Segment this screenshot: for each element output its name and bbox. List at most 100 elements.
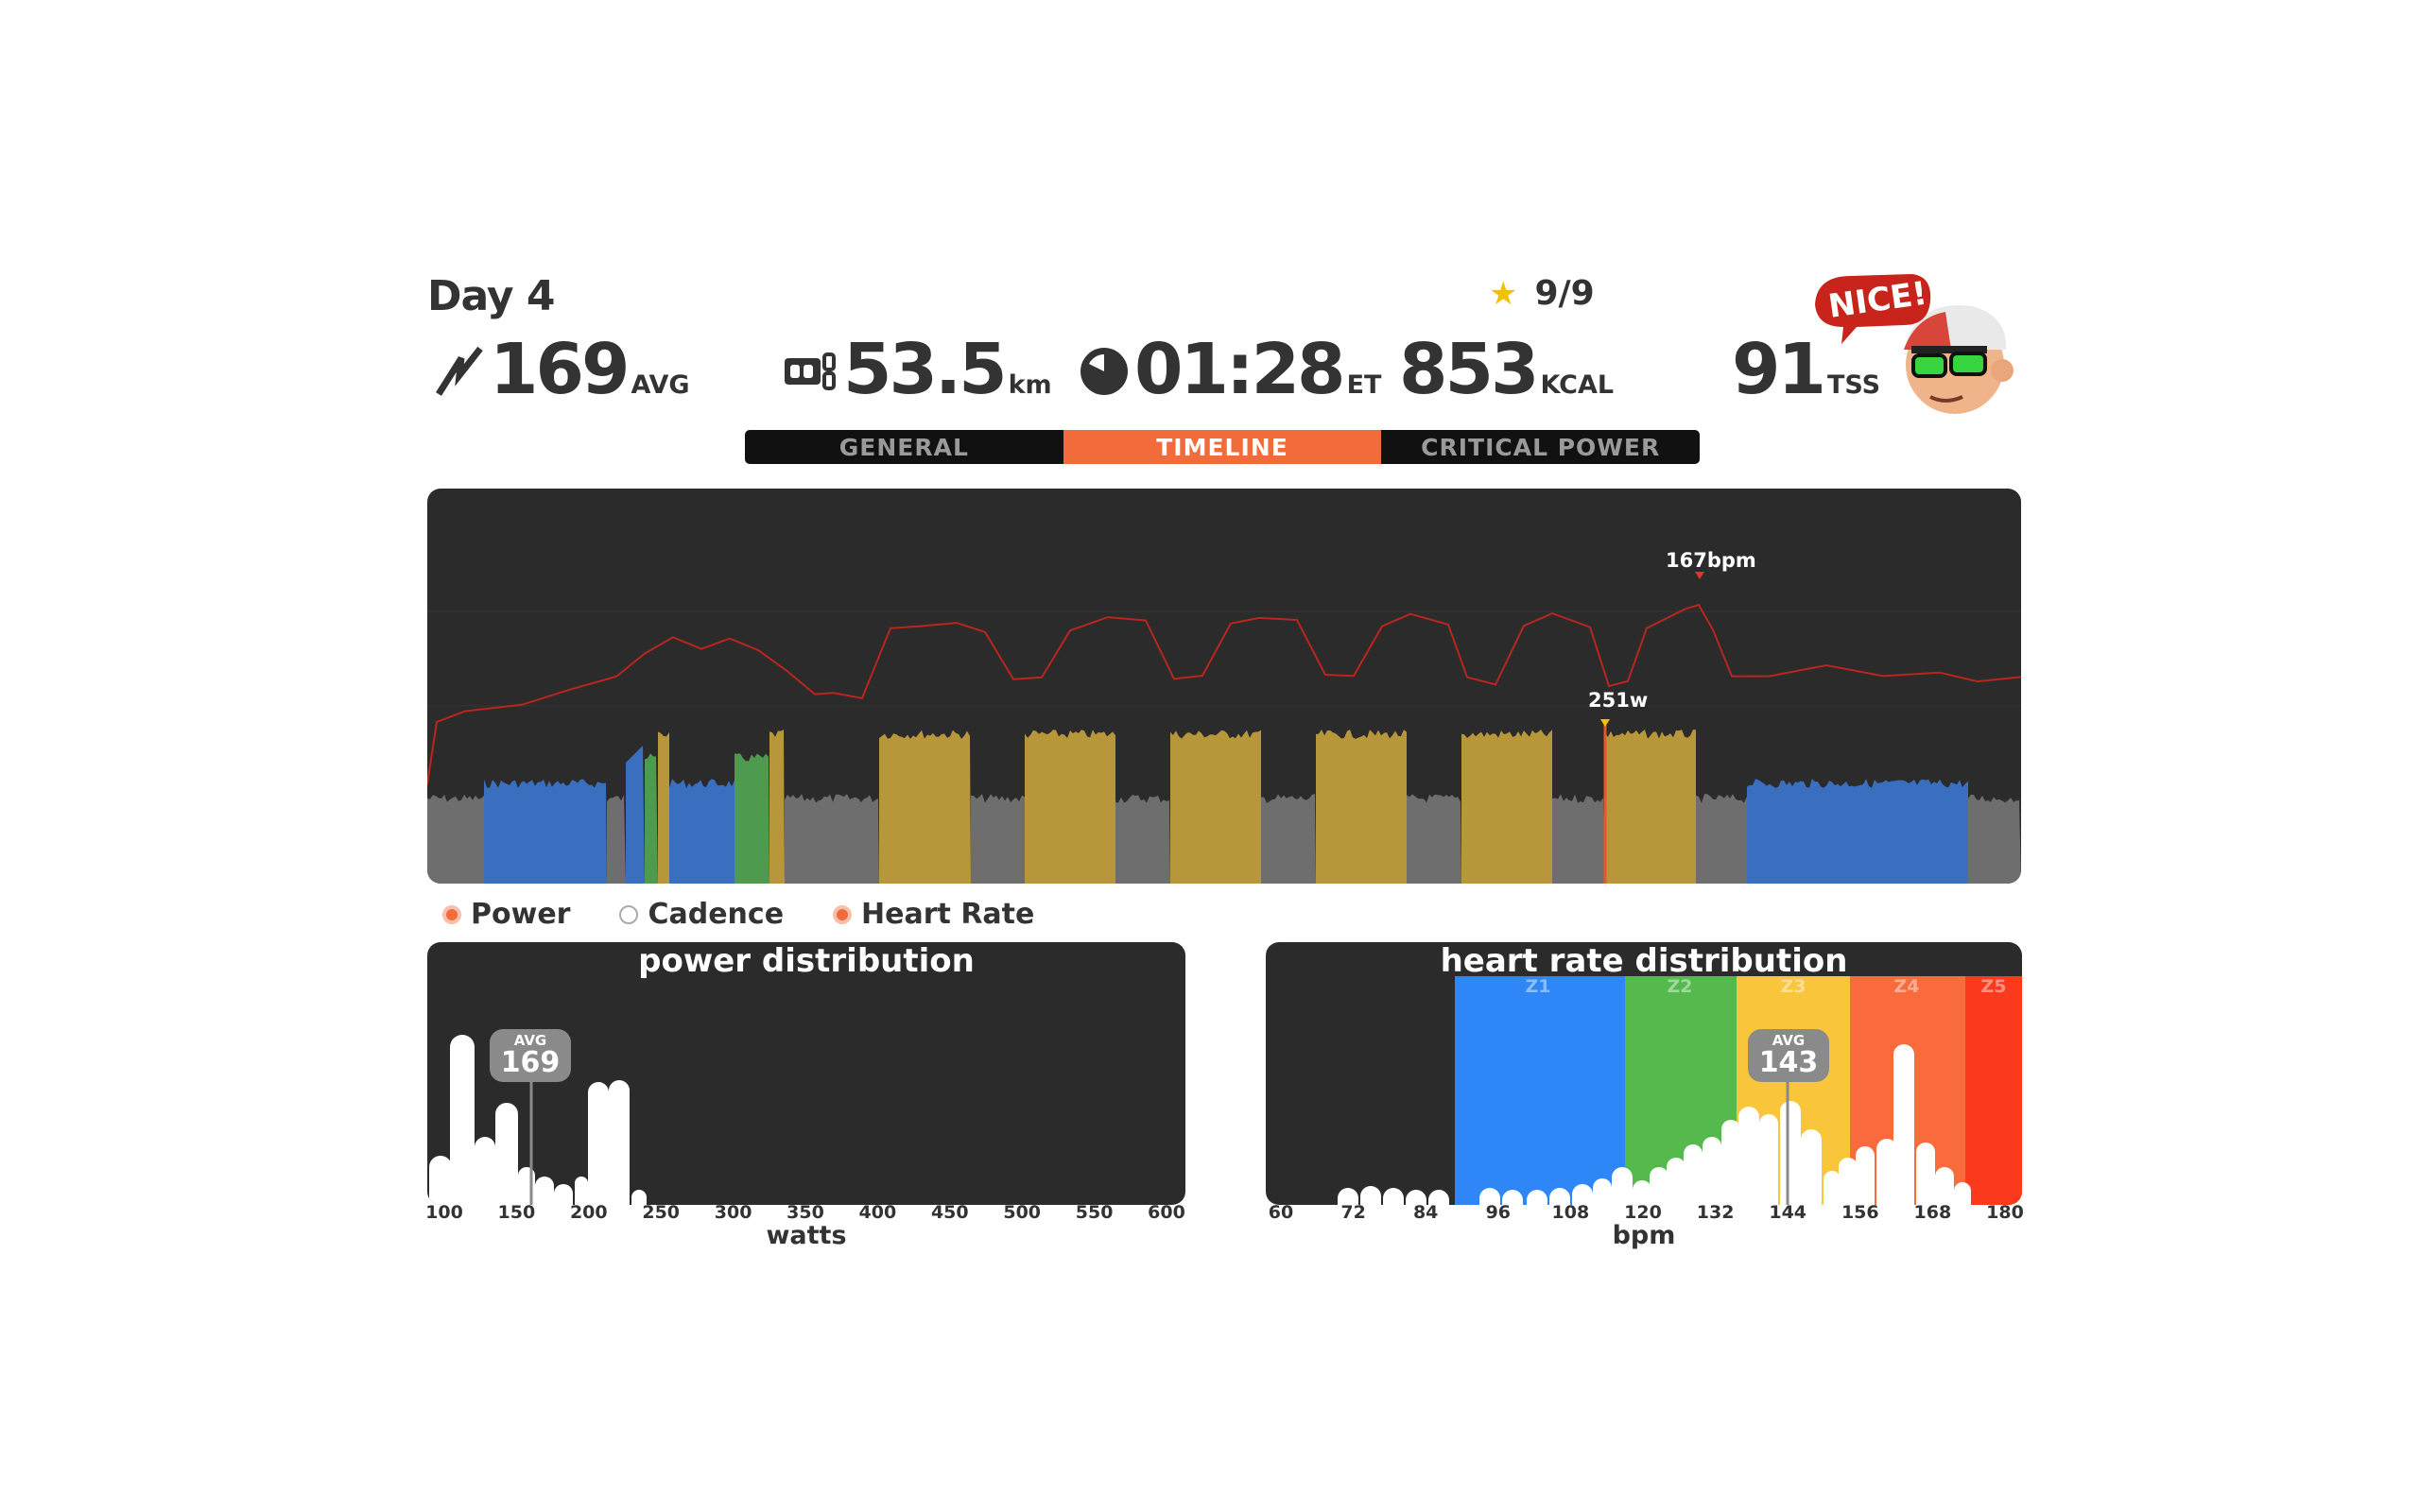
zone-label: Z4 — [1893, 976, 1920, 997]
power-segment — [879, 730, 971, 884]
x-tick-label: 180 — [1986, 1202, 2024, 1223]
hr-histogram-bar — [1684, 1144, 1703, 1205]
legend-label: Cadence — [648, 898, 785, 931]
x-tick-label: 96 — [1485, 1202, 1512, 1223]
power-segment — [1261, 794, 1316, 884]
power-histogram-bar — [429, 1156, 452, 1205]
power-segment — [1696, 794, 1747, 884]
x-tick-label: 450 — [930, 1202, 969, 1223]
stat-value: 01:28 — [1134, 329, 1346, 410]
hr-distribution-panel: heart rate distribution Z1 Z2 Z3 Z4 Z5 A… — [1266, 942, 2022, 1205]
legend-heart-rate[interactable]: Heart Rate — [833, 898, 1034, 931]
day-title: Day 4 — [427, 272, 555, 320]
power-segment — [484, 779, 607, 884]
x-tick-label: 84 — [1412, 1202, 1439, 1223]
legend-cadence[interactable]: Cadence — [619, 898, 784, 931]
hr-histogram-bar — [1593, 1178, 1612, 1205]
power-segment — [1115, 794, 1170, 884]
stat-elapsed-time: 01:28 ET — [1078, 329, 1381, 414]
x-tick-label: 150 — [497, 1202, 536, 1223]
timeline-legend: Power Cadence Heart Rate — [442, 898, 1034, 931]
hr-histogram-bar — [1801, 1129, 1822, 1205]
power-distribution-title: power distribution — [638, 942, 975, 980]
hr-zone-band — [1965, 976, 2022, 1205]
stat-distance: 53.5 km — [783, 329, 1052, 414]
toggle-on-icon — [833, 904, 853, 924]
hr-histogram-bar — [1738, 1107, 1759, 1205]
stat-value: 91 — [1732, 329, 1826, 410]
hr-peak-pointer — [1695, 572, 1704, 579]
x-tick-label: 100 — [425, 1202, 463, 1223]
power-histogram-bar — [588, 1082, 609, 1205]
avg-value: 143 — [1758, 1046, 1819, 1079]
nice-mascot: NICE! — [1813, 270, 2021, 421]
power-segment — [626, 746, 645, 884]
star-icon: ★ — [1489, 274, 1518, 313]
x-tick-label: 60 — [1268, 1202, 1294, 1223]
stars-count: ★ 9/9 — [1489, 274, 1595, 313]
legend-label: Heart Rate — [861, 898, 1035, 931]
legend-power[interactable]: Power — [442, 898, 570, 931]
power-segment — [1747, 779, 1968, 884]
hr-histogram-bar — [1780, 1101, 1801, 1205]
tab-timeline[interactable]: TIMELINE — [1063, 430, 1382, 464]
x-tick-label: 156 — [1841, 1202, 1879, 1223]
hr-histogram-bar — [1721, 1120, 1740, 1205]
tab-critical-power[interactable]: CRITICAL POWER — [1381, 430, 1700, 464]
x-tick-label: 144 — [1769, 1202, 1807, 1223]
power-histogram-bar — [450, 1035, 475, 1205]
x-tick-label: 350 — [786, 1202, 824, 1223]
x-tick-label: 300 — [714, 1202, 752, 1223]
power-segment — [735, 753, 769, 884]
power-segment — [658, 731, 669, 884]
power-segment — [645, 753, 658, 884]
power-peak-label: 251w — [1588, 689, 1649, 712]
legend-label: Power — [471, 898, 571, 931]
x-tick-label: 600 — [1148, 1202, 1185, 1223]
power-histogram-bar — [609, 1080, 630, 1205]
tab-general[interactable]: GENERAL — [745, 430, 1063, 464]
odometer-icon — [785, 352, 836, 390]
hr-histogram-bar — [1839, 1158, 1858, 1205]
x-tick-label: 500 — [1003, 1202, 1042, 1223]
power-segment — [785, 794, 879, 884]
hr-peak-label: 167bpm — [1666, 549, 1756, 572]
x-tick-label: 200 — [569, 1202, 608, 1223]
zone-label: Z3 — [1780, 976, 1806, 997]
clock-icon — [1080, 348, 1128, 395]
toggle-on-icon — [442, 904, 461, 924]
power-segment — [1025, 730, 1115, 884]
zone-label: Z2 — [1667, 976, 1693, 997]
power-segment — [1170, 730, 1261, 884]
stat-value: 169 — [490, 329, 630, 410]
stat-calories: 853 KCAL — [1399, 329, 1614, 414]
timeline-plot — [427, 572, 2021, 884]
hr-histogram-bar — [1759, 1114, 1778, 1205]
hr-distribution-title: heart rate distribution — [1440, 942, 1848, 980]
hr-avg-badge: AVG 143 — [1748, 1029, 1829, 1082]
power-segment — [1605, 730, 1696, 884]
hr-histogram-bar — [1667, 1158, 1685, 1205]
power-segment — [607, 795, 626, 884]
power-segment — [1316, 730, 1407, 884]
stat-value: 53.5 — [843, 329, 1008, 410]
stat-avg-power: 169 AVG — [435, 329, 690, 414]
timeline-chart: 167bpm 251w — [427, 489, 2021, 884]
stat-unit: KCAL — [1540, 370, 1615, 400]
view-tabs: GENERAL TIMELINE CRITICAL POWER — [745, 430, 1700, 464]
x-tick-label: 72 — [1340, 1202, 1366, 1223]
power-segment — [971, 794, 1025, 884]
stars-value: 9/9 — [1534, 274, 1595, 313]
hr-histogram-bar — [1916, 1143, 1935, 1205]
power-segment — [769, 730, 785, 884]
hr-histogram-bar — [1703, 1137, 1721, 1205]
power-segment — [669, 779, 735, 884]
power-segment — [1968, 794, 2021, 884]
power-segment — [1552, 794, 1605, 884]
x-tick-label: 108 — [1551, 1202, 1590, 1223]
hr-histogram-bar — [1893, 1044, 1914, 1205]
power-bolt-icon — [436, 346, 483, 396]
power-histogram-bar — [495, 1103, 518, 1205]
hr-histogram-bar — [1650, 1167, 1668, 1205]
stat-unit: ET — [1346, 370, 1382, 400]
